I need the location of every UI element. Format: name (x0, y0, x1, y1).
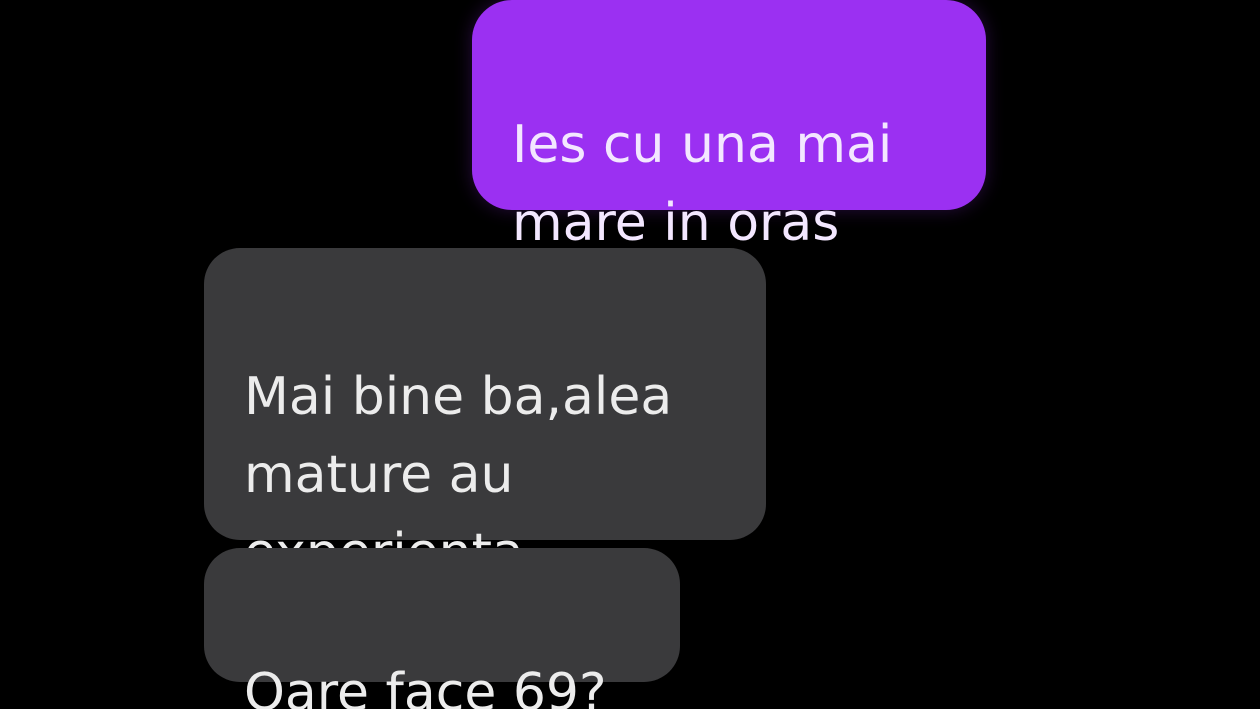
incoming-message-bubble[interactable]: Oare face 69? (204, 548, 680, 709)
message-text: Oare face 69? (244, 663, 607, 709)
message-text: Ies cu una mai mare in oras (512, 115, 893, 253)
incoming-message-bubble[interactable]: Mai bine ba,alea mature au experienta (204, 248, 766, 583)
chat-thread: Ies cu una mai mare in oras Mai bine ba,… (0, 0, 1260, 709)
outgoing-message-bubble[interactable]: Ies cu una mai mare in oras (472, 0, 986, 253)
